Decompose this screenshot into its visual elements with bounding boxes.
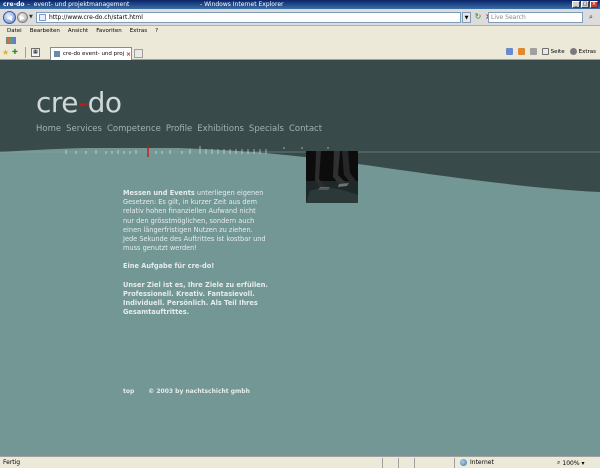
refresh-icon[interactable]: ↻ (473, 12, 483, 23)
nav-exhibitions[interactable]: Exhibitions (197, 124, 244, 134)
feeds-button[interactable] (517, 48, 525, 55)
nav-home[interactable]: Home (36, 124, 61, 134)
window-title-separator: - (27, 1, 30, 8)
intro-paragraph: Messen und Events unterliegen eigenen Ge… (123, 189, 268, 253)
page-footer: top © 2003 by nachtschicht gmbh (123, 388, 250, 395)
tab-label: cre-do event- und proj... (62, 51, 124, 57)
photo-illustration (306, 151, 358, 203)
page-menu-button[interactable]: Seite (541, 48, 565, 55)
site-navigation: Home Services Competence Profile Exhibit… (36, 124, 322, 134)
nav-competence[interactable]: Competence (107, 124, 161, 134)
back-button[interactable]: ◀ (3, 11, 16, 24)
quick-tabs-icon[interactable]: ▦ (31, 48, 40, 57)
intro-text: Messen und Events unterliegen eigenen Ge… (123, 189, 268, 326)
search-icon[interactable]: ⌕ (585, 12, 597, 23)
window-controls: _ □ × (572, 1, 598, 8)
forward-button[interactable]: ▶ (17, 12, 28, 23)
toolbar-divider (25, 47, 26, 58)
zoom-dropdown-icon: ▾ (581, 459, 585, 467)
intro-lead: Messen und Events (123, 189, 195, 197)
zoom-control[interactable]: ⌕ 100% ▾ (557, 459, 585, 467)
menu-bar: Datei Bearbeiten Ansicht Favoriten Extra… (0, 26, 600, 36)
back-arrow-icon: ◀ (6, 13, 13, 22)
zone-label: Internet (470, 459, 494, 466)
logo-text-right: do (87, 86, 122, 119)
new-tab-button[interactable] (134, 49, 143, 58)
tab-close-icon[interactable]: × (126, 51, 131, 58)
maximize-button[interactable]: □ (581, 1, 589, 8)
web-page: cre-do Home Services Competence Profile … (0, 60, 600, 456)
favorites-star-icon[interactable]: ★ (2, 48, 9, 57)
top-link[interactable]: top (123, 388, 134, 395)
add-favorite-icon[interactable]: ✚ (12, 48, 18, 56)
feed-icon (517, 48, 525, 55)
status-divider (414, 458, 415, 468)
window-title-site: cre-do (3, 1, 25, 8)
header-wave-shape (0, 140, 600, 192)
forward-arrow-icon: ▶ (19, 13, 26, 22)
tab-toolbar: ★ ✚ ▦ cre-do event- und proj... × Seite … (0, 45, 600, 60)
zoom-level: 100% (562, 459, 580, 467)
search-input[interactable]: Live Search (488, 12, 583, 23)
home-icon (505, 48, 513, 55)
address-field[interactable]: http://www.cre-do.ch/start.html (36, 12, 461, 23)
toolbar-flag-icon[interactable] (6, 37, 16, 44)
page-menu-label: Seite (550, 48, 565, 55)
menu-item-extras[interactable]: Extras (130, 28, 147, 34)
home-button[interactable] (505, 48, 513, 55)
menu-item-help[interactable]: ? (155, 28, 158, 34)
intro-body: unterliegen eigenen Gesetzen: Es gilt, i… (123, 189, 266, 253)
address-dropdown-icon[interactable]: ▼ (462, 12, 471, 23)
window-title-page: event- und projektmanagement (33, 1, 130, 8)
globe-icon (460, 459, 467, 466)
gear-icon (569, 48, 577, 55)
nav-specials[interactable]: Specials (249, 124, 284, 134)
nav-services[interactable]: Services (66, 124, 102, 134)
goal-paragraph: Unser Ziel ist es, Ihre Ziele zu erfülle… (123, 280, 268, 317)
tab-page-icon (54, 51, 60, 57)
tools-menu-label: Extras (578, 48, 596, 55)
menu-item-bearbeiten[interactable]: Bearbeiten (30, 28, 60, 34)
status-divider (398, 458, 399, 468)
print-button[interactable] (529, 48, 537, 55)
walking-legs-photo (306, 151, 358, 203)
command-bar: Seite Extras (505, 48, 596, 55)
url-text: http://www.cre-do.ch/start.html (49, 14, 143, 21)
logo-dot: - (78, 86, 88, 119)
recent-pages-dropdown-icon[interactable]: ▼ (29, 14, 33, 20)
status-text: Fertig (3, 459, 21, 466)
address-toolbar: ◀ ▶ ▼ http://www.cre-do.ch/start.html ▼ … (0, 9, 600, 26)
search-placeholder: Live Search (491, 14, 526, 21)
nav-profile[interactable]: Profile (166, 124, 192, 134)
magnifier-icon: ⌕ (557, 459, 561, 466)
status-bar: Fertig Internet ⌕ 100% ▾ (0, 456, 600, 468)
nav-contact[interactable]: Contact (289, 124, 322, 134)
title-bar: cre-do - event- und projektmanagement - … (0, 0, 600, 9)
tab-cre-do[interactable]: cre-do event- und proj... × (50, 47, 132, 60)
security-zone[interactable]: Internet (460, 459, 494, 466)
menu-item-favoriten[interactable]: Favoriten (96, 28, 121, 34)
window-title-app: - Windows Internet Explorer (200, 1, 284, 8)
task-paragraph: Eine Aufgabe für cre-do! (123, 262, 215, 271)
printer-icon (529, 48, 537, 55)
status-divider (382, 458, 383, 468)
close-button[interactable]: × (590, 1, 598, 8)
tools-menu-button[interactable]: Extras (569, 48, 596, 55)
menu-item-ansicht[interactable]: Ansicht (68, 28, 88, 34)
copyright-text: © 2003 by nachtschicht gmbh (148, 388, 250, 395)
logo-text-left: cre (36, 86, 79, 119)
status-divider (454, 458, 455, 468)
menu-item-datei[interactable]: Datei (7, 28, 22, 34)
page-icon (39, 14, 46, 21)
page-menu-icon (541, 48, 549, 55)
site-logo[interactable]: cre-do (36, 86, 122, 119)
minimize-button[interactable]: _ (572, 1, 580, 8)
links-toolbar (0, 36, 600, 45)
